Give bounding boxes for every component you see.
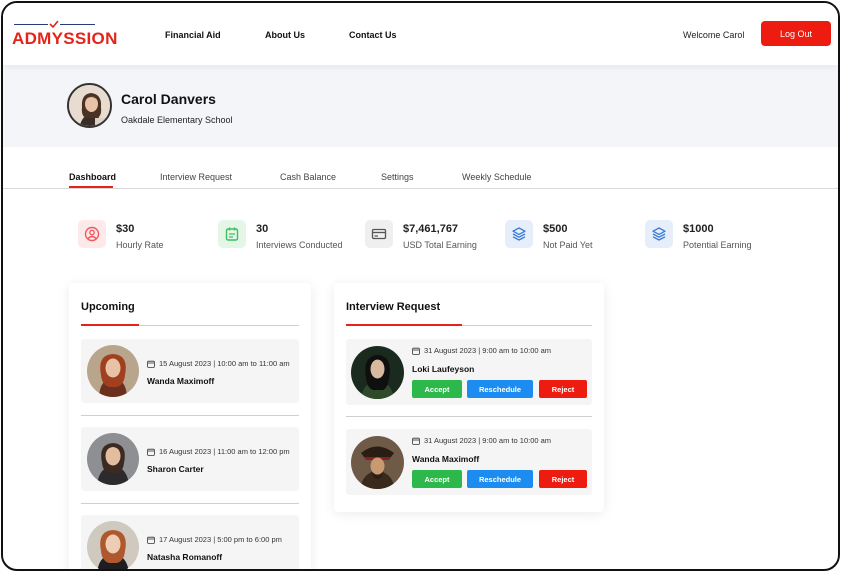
avatar — [351, 346, 404, 399]
title-accent — [81, 324, 139, 326]
item-date-text: 31 August 2023 | 9:00 am to 10:00 am — [424, 346, 552, 355]
top-navbar: ADMYSSION Financial Aid About Us Contact… — [3, 3, 838, 65]
reschedule-button[interactable]: Reschedule — [467, 470, 533, 488]
avatar — [351, 436, 404, 489]
profile-school: Oakdale Elementary School — [121, 115, 233, 125]
active-tab-indicator — [69, 186, 113, 188]
request-item: 31 August 2023 | 9:00 am to 10:00 am Lok… — [346, 339, 592, 405]
upcoming-item[interactable]: 15 August 2023 | 10:00 am to 11:00 am Wa… — [81, 339, 299, 403]
calendar-icon — [147, 536, 155, 544]
logo-mark — [12, 20, 96, 29]
logout-button[interactable]: Log Out — [761, 21, 831, 46]
divider — [81, 503, 299, 504]
calendar-icon — [147, 360, 155, 368]
stat-label: USD Total Earning — [403, 240, 477, 250]
tab-cash-balance[interactable]: Cash Balance — [280, 172, 336, 182]
calendar-icon — [412, 347, 420, 355]
item-name: Loki Laufeyson — [412, 364, 475, 374]
stat-value: 30 — [256, 223, 269, 235]
calendar-icon — [218, 220, 246, 248]
request-item: 31 August 2023 | 9:00 am to 10:00 am Wan… — [346, 429, 592, 495]
stat-not-paid-yet: $500 Not Paid Yet — [505, 220, 625, 256]
nav-about-us[interactable]: About Us — [265, 30, 305, 40]
upcoming-item[interactable]: 16 August 2023 | 11:00 am to 12:00 pm Sh… — [81, 427, 299, 491]
stat-label: Hourly Rate — [116, 240, 164, 250]
avatar — [87, 521, 139, 569]
app-window: ADMYSSION Financial Aid About Us Contact… — [1, 1, 840, 571]
item-name: Wanda Maximoff — [147, 376, 215, 386]
interview-request-title: Interview Request — [346, 301, 441, 313]
stat-label: Potential Earning — [683, 240, 752, 250]
checkmark-icon — [49, 20, 59, 28]
profile-banner: Carol Danvers Oakdale Elementary School — [3, 65, 838, 147]
upcoming-title: Upcoming — [81, 301, 135, 313]
welcome-text: Welcome Carol — [683, 30, 745, 40]
profile-name: Carol Danvers — [121, 91, 216, 107]
upcoming-card: Upcoming 15 August 2023 | 10:00 am to 11… — [69, 283, 311, 569]
avatar — [87, 433, 139, 485]
stat-value: $30 — [116, 223, 135, 235]
stat-hourly-rate: $30 Hourly Rate — [78, 220, 208, 256]
tab-interview-request[interactable]: Interview Request — [160, 172, 232, 182]
tab-weekly-schedule[interactable]: Weekly Schedule — [462, 172, 531, 182]
item-date-text: 17 August 2023 | 5:00 pm to 6:00 pm — [159, 535, 282, 544]
stat-label: Not Paid Yet — [543, 240, 593, 250]
stat-value: $500 — [543, 223, 568, 235]
reschedule-button[interactable]: Reschedule — [467, 380, 533, 398]
stat-interviews-conducted: 30 Interviews Conducted — [218, 220, 358, 256]
layers-icon — [645, 220, 673, 248]
item-name: Wanda Maximoff — [412, 454, 480, 464]
item-date-text: 16 August 2023 | 11:00 am to 12:00 pm — [159, 447, 290, 456]
stat-value: $1000 — [683, 223, 714, 235]
layers-icon — [505, 220, 533, 248]
brand-logo[interactable]: ADMYSSION — [12, 19, 117, 49]
stat-total-earning: $7,461,767 USD Total Earning — [365, 220, 495, 256]
avatar — [87, 345, 139, 397]
brand-name: ADMYSSION — [12, 29, 118, 48]
item-date-text: 31 August 2023 | 9:00 am to 10:00 am — [424, 436, 552, 445]
stat-label: Interviews Conducted — [256, 240, 343, 250]
title-accent — [346, 324, 462, 326]
tab-bar: Dashboard Interview Request Cash Balance… — [3, 147, 838, 189]
item-date-text: 15 August 2023 | 10:00 am to 11:00 am — [159, 359, 290, 368]
divider — [81, 415, 299, 416]
tab-settings[interactable]: Settings — [381, 172, 414, 182]
reject-button[interactable]: Reject — [539, 380, 587, 398]
credit-card-icon — [365, 220, 393, 248]
calendar-icon — [412, 437, 420, 445]
interview-request-card: Interview Request 31 August 2023 | 9:00 … — [334, 283, 604, 512]
nav-contact-us[interactable]: Contact Us — [349, 30, 397, 40]
accept-button[interactable]: Accept — [412, 380, 462, 398]
divider — [346, 416, 592, 417]
avatar-portrait-icon — [69, 85, 110, 126]
calendar-icon — [147, 448, 155, 456]
item-name: Natasha Romanoff — [147, 552, 223, 562]
tab-dashboard[interactable]: Dashboard — [69, 172, 116, 182]
profile-avatar[interactable] — [67, 83, 112, 128]
reject-button[interactable]: Reject — [539, 470, 587, 488]
accept-button[interactable]: Accept — [412, 470, 462, 488]
stat-potential-earning: $1000 Potential Earning — [645, 220, 775, 256]
stat-value: $7,461,767 — [403, 223, 459, 235]
user-circle-icon — [78, 220, 106, 248]
upcoming-item[interactable]: 17 August 2023 | 5:00 pm to 6:00 pm Nata… — [81, 515, 299, 569]
item-name: Sharon Carter — [147, 464, 204, 474]
nav-financial-aid[interactable]: Financial Aid — [165, 30, 221, 40]
